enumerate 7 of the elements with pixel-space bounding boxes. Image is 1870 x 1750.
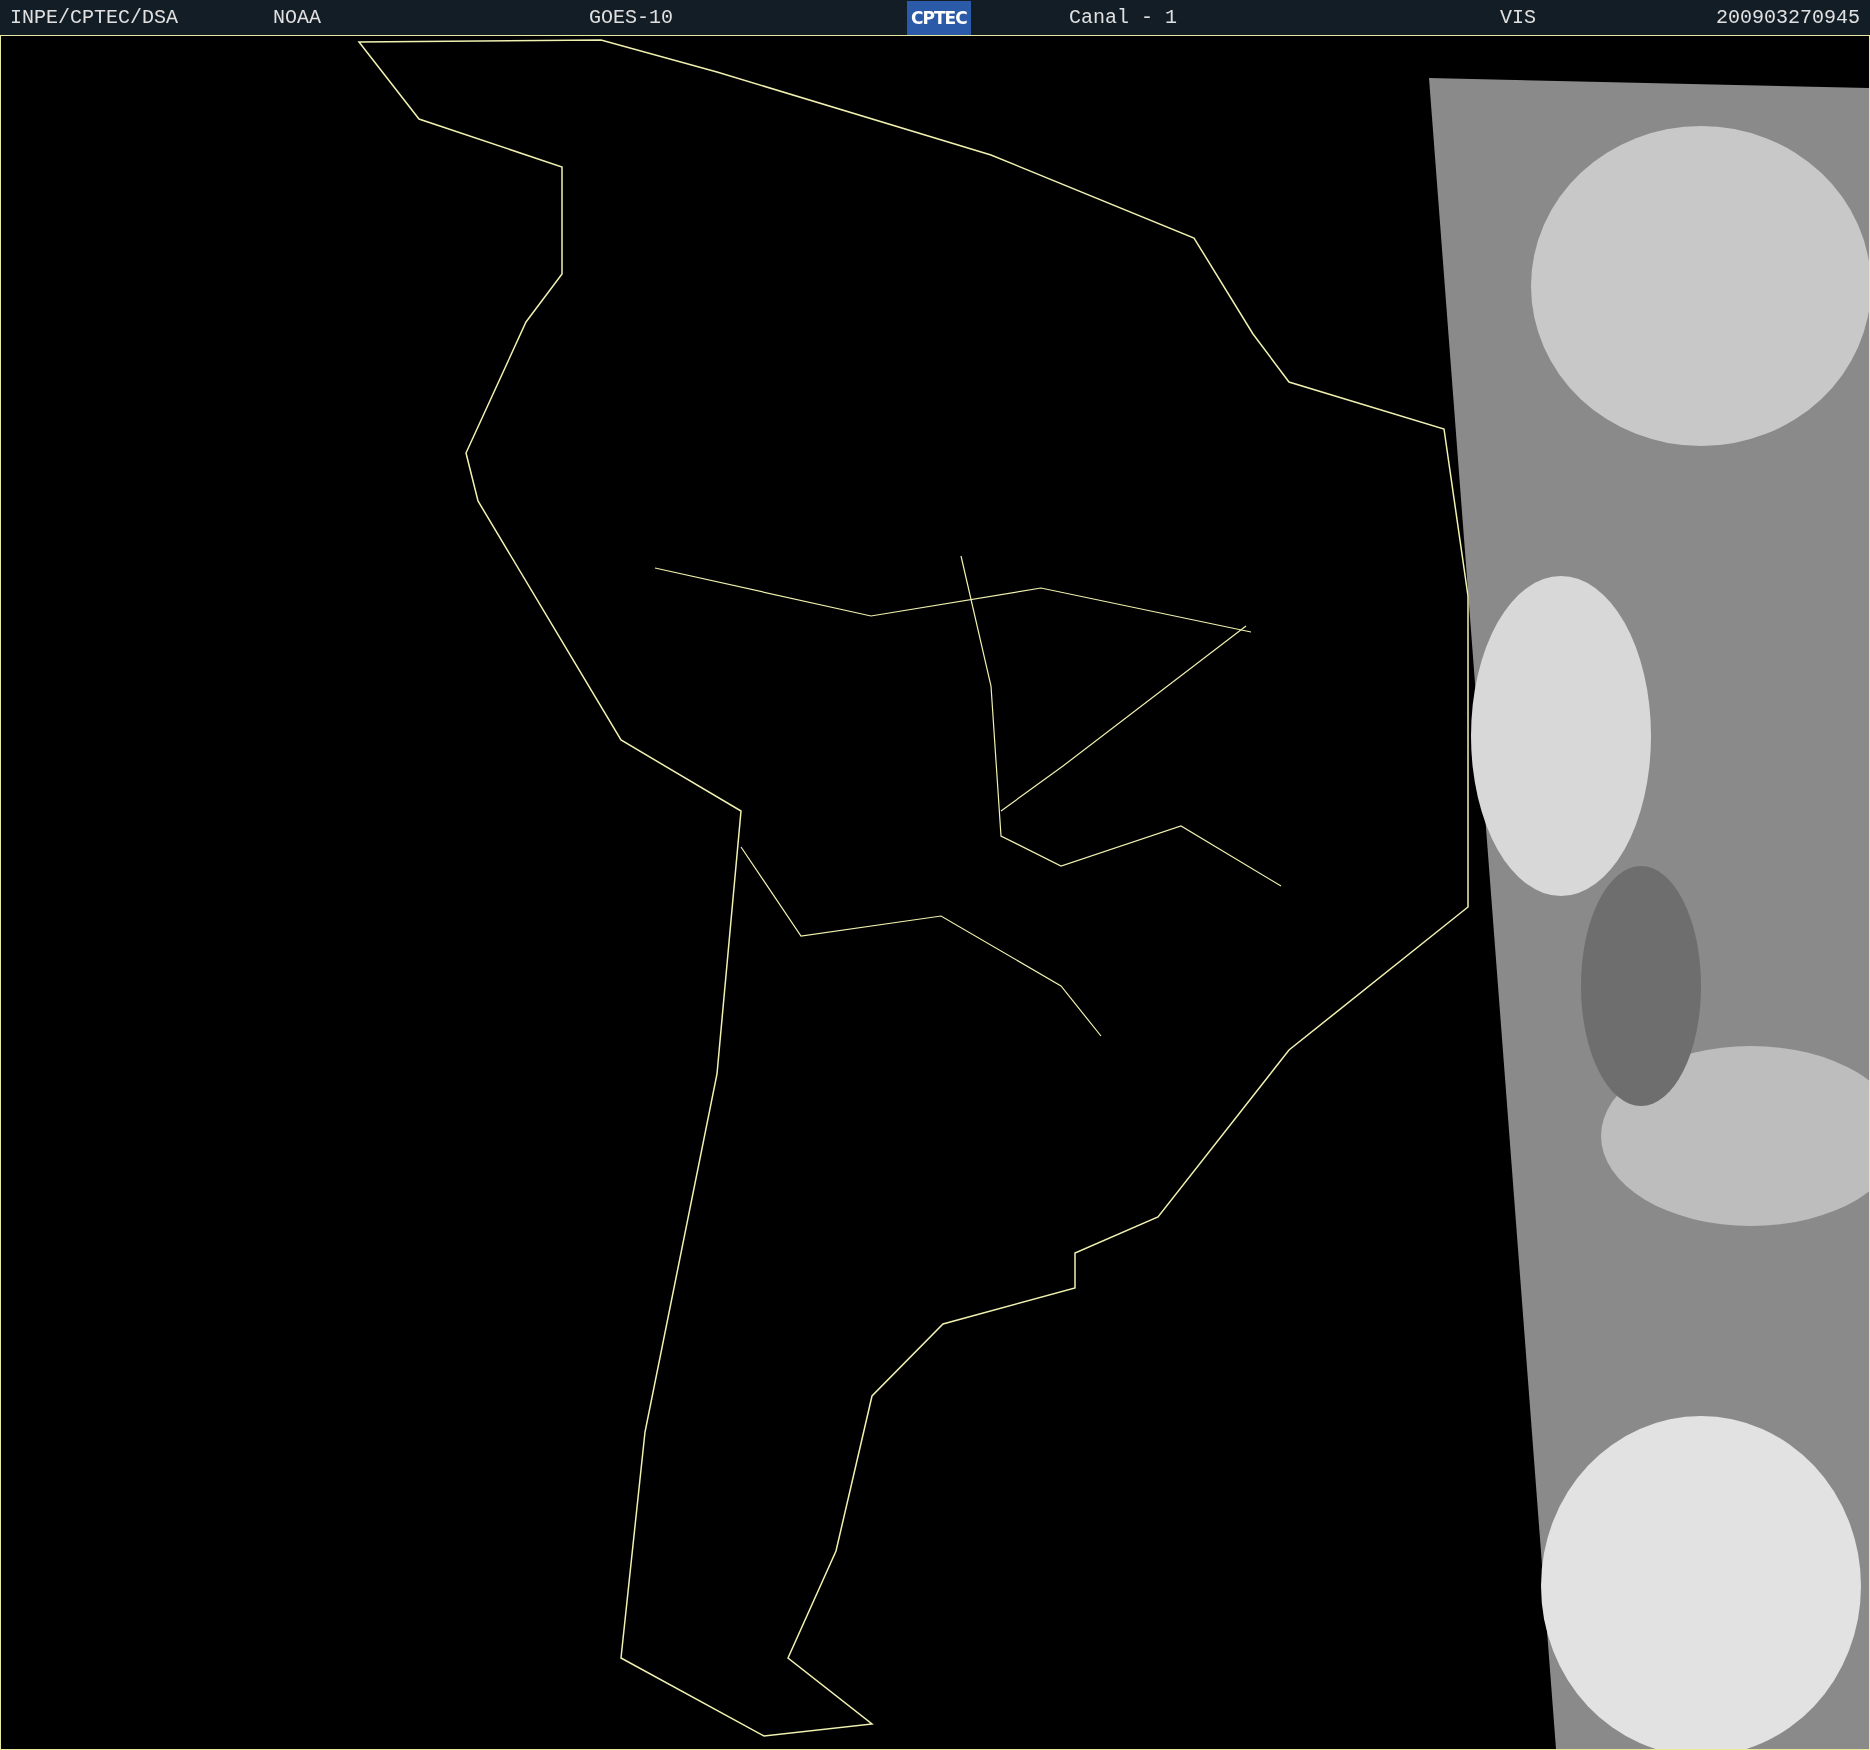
header-label: INPE/CPTEC/DSA bbox=[10, 5, 179, 29]
header-label: 200903270945 bbox=[1715, 5, 1860, 29]
logo: CPTEC bbox=[907, 0, 971, 35]
header-label: VIS bbox=[1500, 5, 1536, 29]
header-label: NOAA bbox=[273, 5, 321, 29]
header-label: GOES-10 bbox=[589, 5, 673, 29]
header-label: Canal - 1 bbox=[1069, 5, 1178, 29]
